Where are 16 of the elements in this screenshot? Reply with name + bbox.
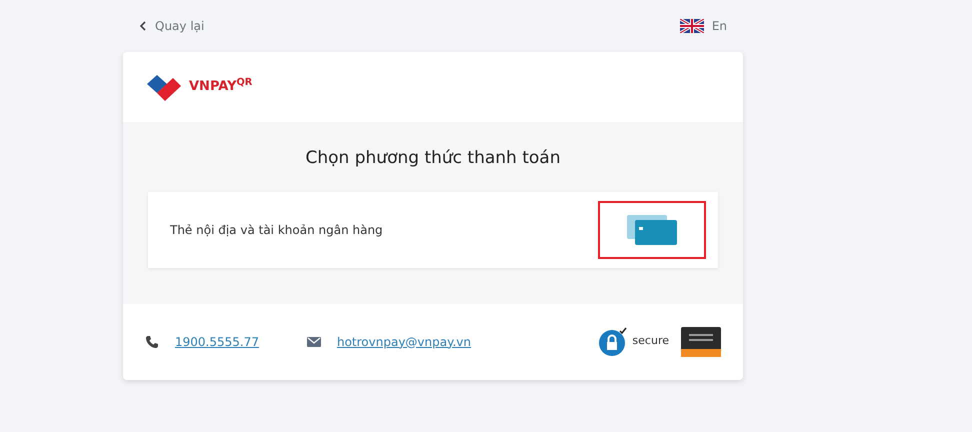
language-link[interactable]: En [712,17,727,35]
certificate-badge-icon [681,326,721,356]
logo-text: VNPAY$^{QR}$ [189,77,252,96]
back-link[interactable]: Quay lại [139,17,204,35]
payment-method-option[interactable]: Thẻ nội địa và tài khoản ngân hàng [148,192,718,268]
payment-method-label: Thẻ nội địa và tài khoản ngân hàng [170,222,383,238]
padlock-icon [598,326,628,356]
page-heading: Chọn phương thức thanh toán [304,147,562,170]
mail-icon [306,336,321,346]
flag-icon [680,19,704,33]
phone-icon [145,334,159,348]
secure-badge-text: secure [632,333,669,350]
back-chevron-icon [139,21,147,31]
bank-card-icon [627,214,677,244]
email-link[interactable]: hotrovnpay@vnpay.vn [336,332,472,350]
phone-link[interactable]: 1900.5555.77 [175,332,259,350]
